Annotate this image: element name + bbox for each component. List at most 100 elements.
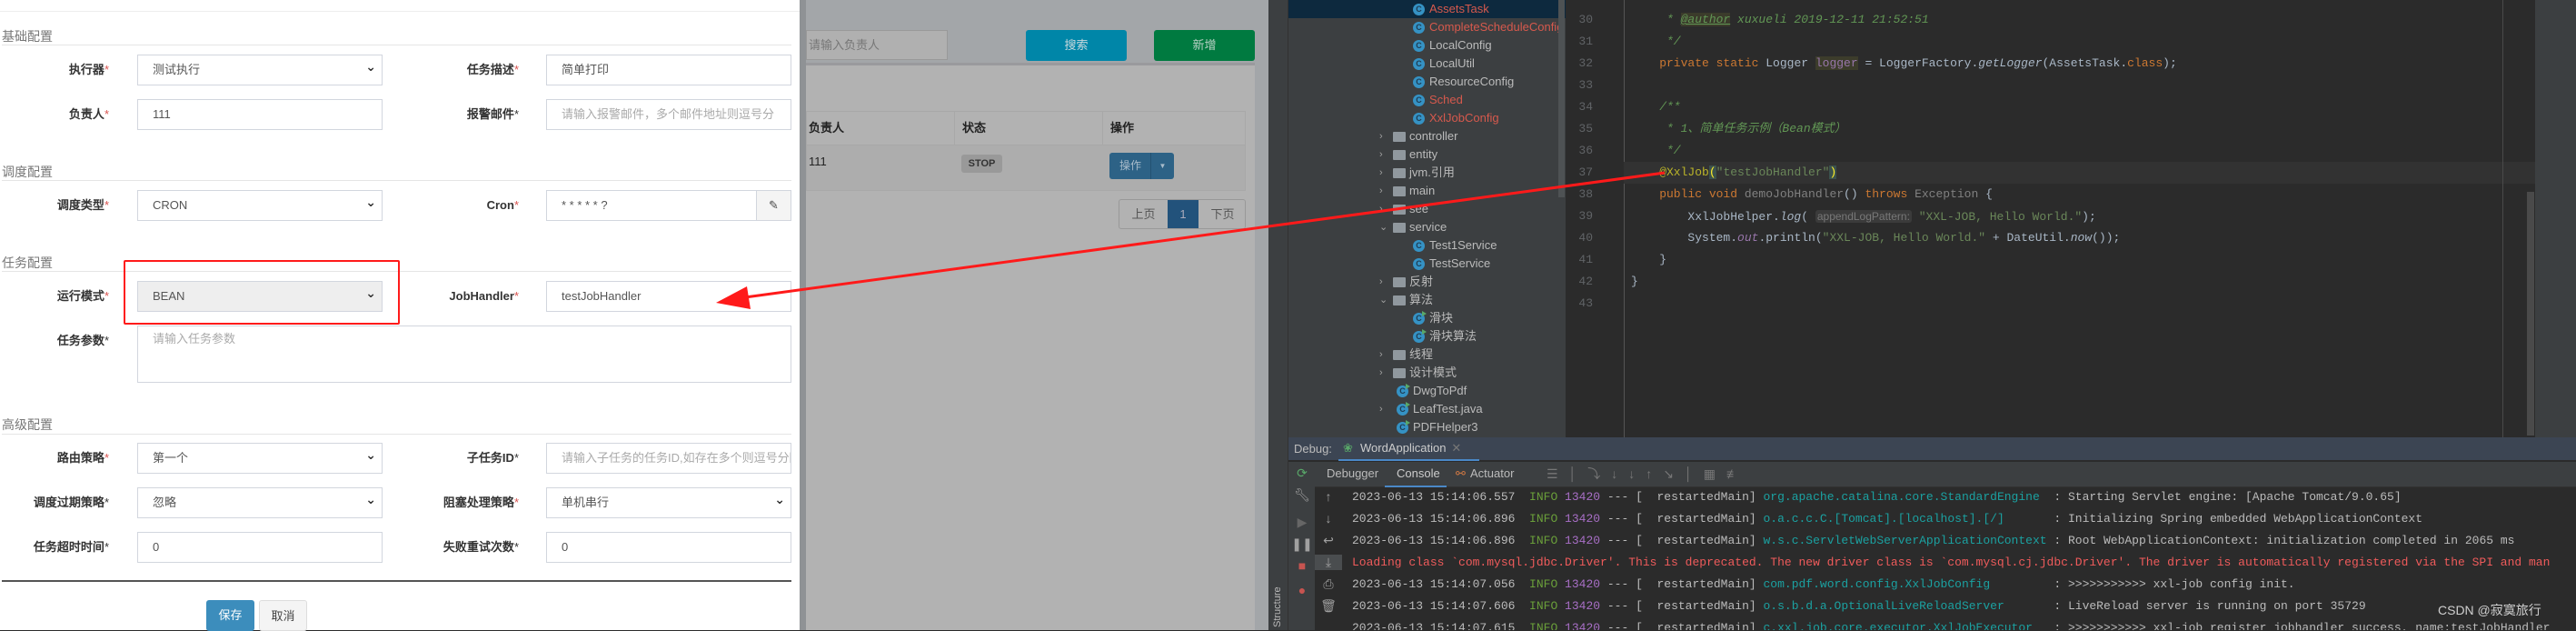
- chevron-right-icon[interactable]: ›: [1379, 364, 1383, 382]
- step-controls-icons[interactable]: ☰│⤵↓↓↑↘│▦≢: [1547, 465, 1750, 483]
- console-line: 2023-06-13 15:14:07.056 INFO 13420 --- […: [1352, 574, 2295, 596]
- chevron-right-icon[interactable]: ›: [1379, 400, 1383, 418]
- code-line[interactable]: System.out.println("XXL-JOB, Hello World…: [1631, 227, 2120, 249]
- log-level: INFO: [1515, 512, 1558, 526]
- code-line[interactable]: */: [1631, 31, 1681, 53]
- run-config-tab[interactable]: ❀ WordApplication ✕: [1338, 437, 1479, 461]
- chevron-right-icon[interactable]: ›: [1379, 346, 1383, 364]
- code-token: Exception: [1915, 187, 1986, 201]
- next-page-button[interactable]: 下页: [1198, 200, 1245, 228]
- timeout-input[interactable]: 0: [137, 532, 383, 563]
- tree-item[interactable]: › C LeafTest.java: [1288, 400, 1566, 418]
- save-button[interactable]: 保存: [206, 600, 254, 631]
- tree-item[interactable]: C DwgToPdf: [1288, 382, 1566, 400]
- tree-scrollbar[interactable]: [1558, 0, 1565, 197]
- chevron-right-icon[interactable]: ›: [1379, 273, 1383, 291]
- code-token: getLogger: [1978, 56, 2043, 70]
- tree-item[interactable]: › 设计模式: [1288, 364, 1566, 382]
- editor-scrollbar[interactable]: [2527, 192, 2534, 436]
- prev-page-button[interactable]: 上页: [1119, 200, 1168, 228]
- tree-item[interactable]: ⌄ 算法: [1288, 291, 1566, 309]
- chevron-right-icon[interactable]: ›: [1379, 182, 1383, 200]
- code-line[interactable]: public void demoJobHandler() throws Exce…: [1631, 184, 1993, 205]
- owner-search-input[interactable]: 请输入负责人: [806, 30, 948, 60]
- executor-select[interactable]: 测试执行: [137, 55, 383, 85]
- page-1-button[interactable]: 1: [1168, 200, 1198, 228]
- edit-cron-icon[interactable]: ✎: [756, 190, 791, 221]
- gutter-divider: [1624, 0, 1625, 437]
- code-line[interactable]: XxlJobHelper.log( appendLogPattern: "XXL…: [1631, 205, 2096, 227]
- log-logger: o.s.b.d.a.OptionalLiveReloadServer: [1755, 599, 2047, 613]
- tree-item[interactable]: › controller: [1288, 127, 1566, 145]
- tree-item[interactable]: C CompleteScheduleConfig: [1288, 18, 1566, 36]
- schedule-type-select[interactable]: CRON: [137, 190, 383, 221]
- tree-item[interactable]: C 滑块算法: [1288, 327, 1566, 346]
- code-token: @XxlJob: [1631, 165, 1709, 179]
- tree-item[interactable]: C 滑块: [1288, 309, 1566, 327]
- tree-item[interactable]: C AssetsTask: [1288, 0, 1566, 18]
- tree-item[interactable]: C Sched: [1288, 91, 1566, 109]
- tree-item[interactable]: C LocalUtil: [1288, 55, 1566, 73]
- email-input[interactable]: 请输入报警邮件，多个邮件地址则逗号分: [546, 99, 791, 130]
- chevron-down-icon[interactable]: ⌄: [1379, 218, 1387, 236]
- code-line[interactable]: * 1、简单任务示例（Bean模式）: [1631, 118, 1846, 140]
- tree-item[interactable]: C LocalConfig: [1288, 36, 1566, 55]
- tree-item-label: jvm.引用: [1409, 165, 1455, 179]
- code-line[interactable]: }: [1631, 271, 1638, 293]
- chevron-right-icon[interactable]: ›: [1379, 164, 1383, 182]
- tab-debugger[interactable]: Debugger: [1327, 466, 1378, 480]
- add-button[interactable]: 新增: [1154, 30, 1255, 61]
- cancel-button[interactable]: 取消: [259, 600, 307, 631]
- retry-input[interactable]: 0: [546, 532, 791, 563]
- tree-item[interactable]: C Test1Service: [1288, 236, 1566, 255]
- tree-item[interactable]: C PDFHelper3: [1288, 418, 1566, 436]
- job-handler-input[interactable]: testJobHandler: [546, 281, 791, 312]
- tree-item[interactable]: C XxlJobConfig: [1288, 109, 1566, 127]
- close-tab-icon[interactable]: ✕: [1451, 441, 1461, 455]
- status-badge: STOP: [961, 155, 1002, 173]
- caret-down-icon[interactable]: ▼: [1150, 153, 1174, 179]
- tree-item[interactable]: › entity: [1288, 145, 1566, 164]
- chevron-down-icon[interactable]: ⌄: [1379, 291, 1387, 309]
- owner-input[interactable]: 111: [137, 99, 383, 130]
- tab-actuator[interactable]: ⚯ Actuator: [1456, 466, 1514, 480]
- log-timestamp: 2023-06-13 15:14:06.896: [1352, 512, 1516, 526]
- code-line[interactable]: * @author xuxueli 2019-12-11 21:52:51: [1631, 9, 1929, 31]
- tree-item[interactable]: › main: [1288, 182, 1566, 200]
- line-number: 40: [1578, 231, 1593, 245]
- block-strategy-select[interactable]: 单机串行: [546, 487, 791, 518]
- params-textarea[interactable]: 请输入任务参数: [137, 326, 791, 383]
- code-line[interactable]: */: [1631, 140, 1681, 162]
- code-line[interactable]: @XxlJob("testJobHandler"): [1631, 162, 1837, 184]
- code-editor[interactable]: 30 * @author xuxueli 2019-12-11 21:52:51…: [1566, 0, 2535, 437]
- tab-console[interactable]: Console: [1385, 462, 1447, 487]
- section-divider: [2, 180, 791, 181]
- folder-icon: [1393, 223, 1406, 233]
- code-line[interactable]: private static Logger logger = LoggerFac…: [1631, 53, 2177, 75]
- child-id-input[interactable]: 请输入子任务的任务ID,如存在多个则逗号分隔: [546, 443, 791, 474]
- misfire-select[interactable]: 忽略: [137, 487, 383, 518]
- desc-input[interactable]: 简单打印: [546, 55, 791, 85]
- ide-right-toolstrip: [2535, 0, 2576, 437]
- console-output[interactable]: 2023-06-13 15:14:06.557 INFO 13420 --- […: [1288, 486, 2576, 630]
- chevron-right-icon[interactable]: ›: [1379, 145, 1383, 164]
- tree-item[interactable]: › 反射: [1288, 273, 1566, 291]
- code-line[interactable]: }: [1631, 249, 1666, 271]
- folder-icon: [1393, 295, 1406, 305]
- tree-item[interactable]: ⌄ service: [1288, 218, 1566, 236]
- cron-input[interactable]: * * * * * ?: [546, 190, 757, 221]
- tree-item[interactable]: C ResourceConfig: [1288, 73, 1566, 91]
- structure-tool-tab[interactable]: Structure: [1272, 586, 1283, 627]
- code-line[interactable]: /**: [1631, 96, 1680, 118]
- action-dropdown-button[interactable]: 操作 ▼: [1109, 153, 1174, 179]
- footer-divider: [2, 580, 791, 582]
- tree-item[interactable]: C TestService: [1288, 255, 1566, 273]
- chevron-right-icon[interactable]: ›: [1379, 200, 1383, 218]
- chevron-right-icon[interactable]: ›: [1379, 127, 1383, 145]
- tree-item[interactable]: › 线程: [1288, 346, 1566, 364]
- route-select[interactable]: 第一个: [137, 443, 383, 474]
- rerun-icon[interactable]: ⟳: [1288, 466, 1316, 481]
- search-button[interactable]: 搜索: [1026, 30, 1127, 61]
- tree-item[interactable]: › see: [1288, 200, 1566, 218]
- tree-item[interactable]: › jvm.引用: [1288, 164, 1566, 182]
